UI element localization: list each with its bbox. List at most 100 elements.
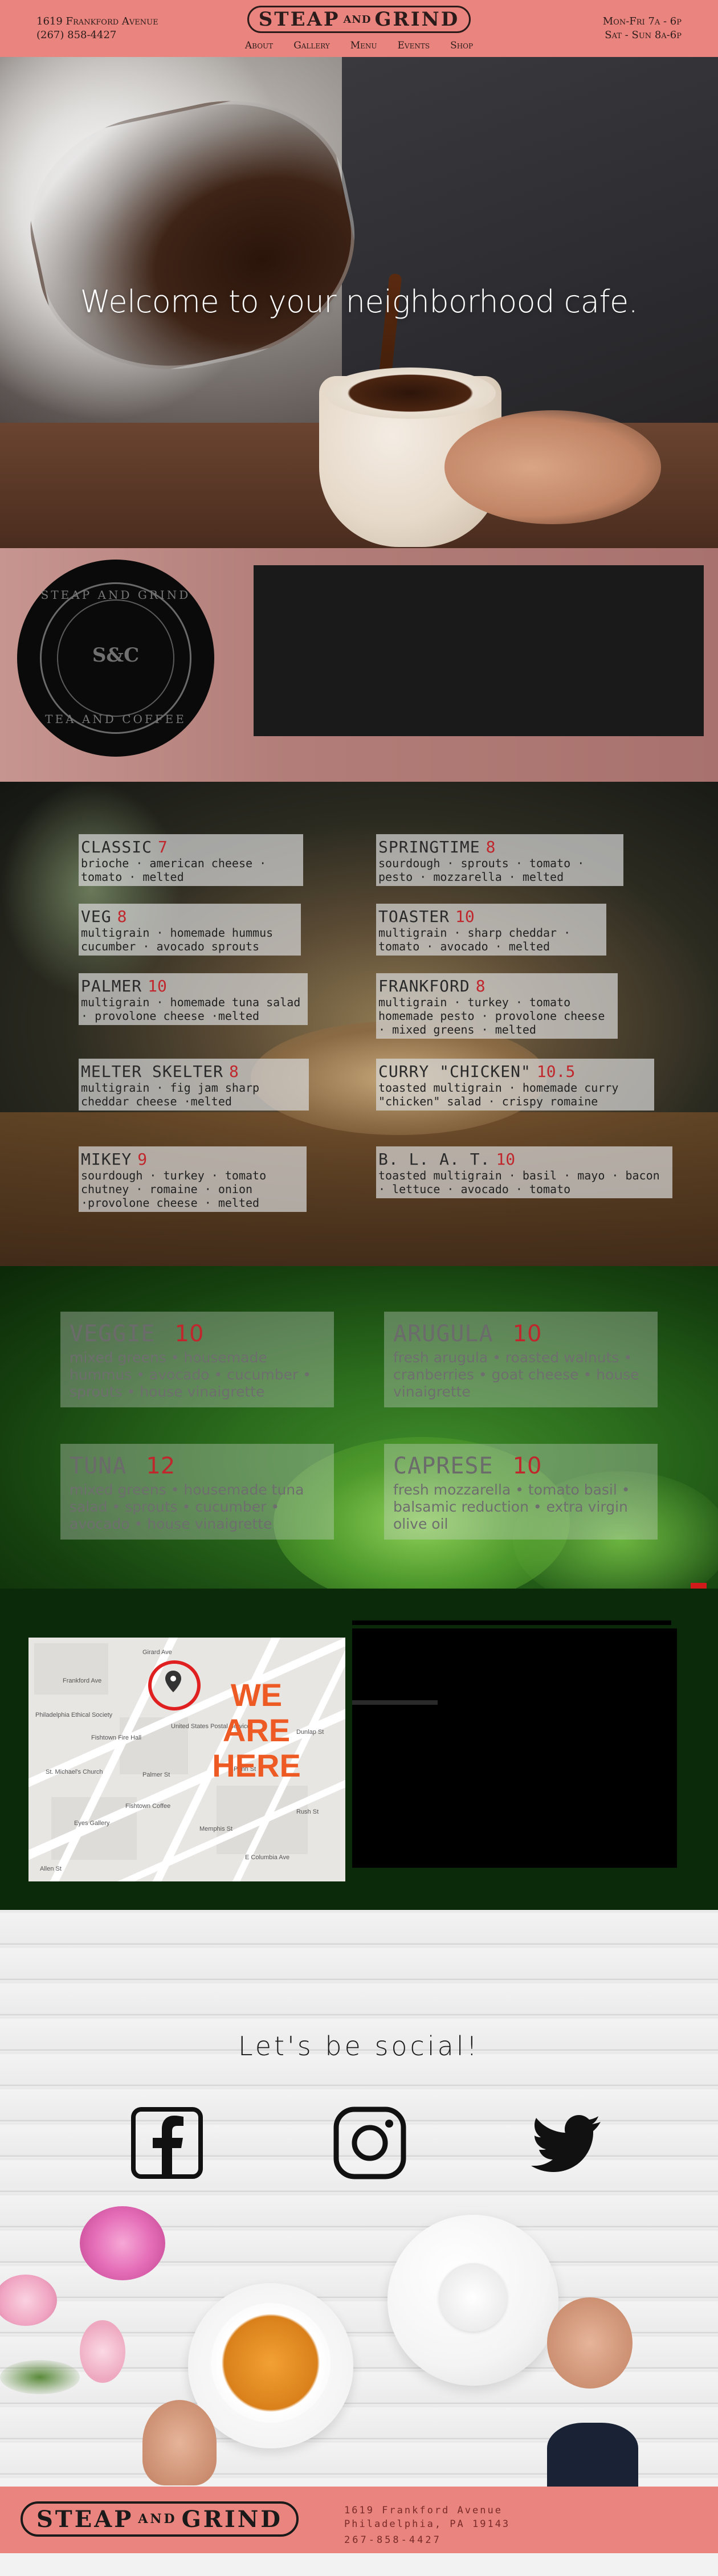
about-text-panel bbox=[254, 565, 704, 736]
twitter-icon[interactable] bbox=[530, 2106, 604, 2180]
map-label: Fishtown Coffee bbox=[125, 1803, 171, 1810]
salad-item-price: 10 bbox=[174, 1321, 204, 1347]
logo-word-steap: STEAP bbox=[258, 8, 340, 31]
menu-item[interactable]: TOASTER 10 multigrain · sharp cheddar · t… bbox=[376, 904, 606, 956]
salad-item[interactable]: CAPRESE 10 fresh mozzarella • tomato basi… bbox=[384, 1444, 658, 1540]
salad-item-desc: mixed greens • housemade hummus • avocad… bbox=[70, 1349, 311, 1400]
location-bar-top bbox=[352, 1620, 671, 1625]
menu-item[interactable]: VEG 8 multigrain · homemade hummus cucumb… bbox=[79, 904, 301, 956]
salad-item-name: CAPRESE bbox=[393, 1453, 493, 1479]
menu-item[interactable]: B. L. A. T. 10 toasted multigrain · basil… bbox=[376, 1146, 672, 1198]
menu-item-desc: sourdough · sprouts · tomato · pesto · m… bbox=[378, 856, 585, 884]
rose-bud bbox=[80, 2320, 125, 2383]
location-map[interactable]: Girard Ave Frankford Ave United States P… bbox=[28, 1638, 345, 1881]
menu-item-price: 7 bbox=[158, 838, 168, 856]
menu-item[interactable]: CURRY "CHICKEN" 10.5 toasted multigrain ·… bbox=[376, 1059, 654, 1111]
header-logo[interactable]: STEAP AND GRIND bbox=[234, 3, 484, 35]
logo-word-grind: GRIND bbox=[374, 8, 460, 31]
menu-item[interactable]: MIKEY 9 sourdough · turkey · tomato chutn… bbox=[79, 1146, 307, 1212]
menu-item-price: 8 bbox=[486, 838, 496, 856]
hand-left bbox=[142, 2400, 217, 2485]
map-label: Memphis St bbox=[199, 1826, 233, 1832]
salad-item[interactable]: ARUGULA 10 fresh arugula • roasted walnut… bbox=[384, 1312, 658, 1407]
footer-logo-word-and: AND bbox=[138, 2512, 177, 2526]
header-phone[interactable]: (267) 858-4427 bbox=[36, 28, 158, 42]
callout-line-2: ARE bbox=[222, 1712, 291, 1748]
instagram-icon[interactable] bbox=[333, 2106, 407, 2180]
hero-hand bbox=[444, 410, 661, 524]
menu-item-desc: toasted multigrain · basil · mayo · baco… bbox=[378, 1169, 660, 1196]
seal-top-text: STEAP AND GRIND bbox=[40, 588, 191, 602]
menu-item[interactable]: CLASSIC 7 brioche · american cheese · tom… bbox=[79, 834, 303, 886]
salad-item-desc: fresh arugula • roasted walnuts • cranbe… bbox=[393, 1349, 639, 1400]
menu-item-price: 8 bbox=[117, 907, 127, 926]
hero-section: Welcome to your neighborhood cafe. bbox=[0, 57, 718, 548]
about-section: STEAP AND GRIND S&C TEA AND COFFEE bbox=[0, 548, 718, 782]
nav-gallery[interactable]: Gallery bbox=[293, 40, 330, 51]
logo-frame: STEAP AND GRIND bbox=[247, 6, 471, 33]
location-section: Girard Ave Frankford Ave United States P… bbox=[0, 1589, 718, 1910]
site-header: 1619 Frankford Avenue (267) 858-4427 STE… bbox=[0, 0, 718, 57]
map-label: Fishtown Fire Hall bbox=[91, 1734, 142, 1741]
salad-item[interactable]: TUNA 12 mixed greens • housemade tuna sal… bbox=[60, 1444, 334, 1540]
header-contact: 1619 Frankford Avenue (267) 858-4427 bbox=[36, 15, 158, 42]
location-bar-accent bbox=[352, 1700, 438, 1705]
hero-mug-rim bbox=[325, 368, 496, 419]
footer-logo-frame: STEAP AND GRIND bbox=[21, 2501, 299, 2537]
location-info-panel bbox=[352, 1628, 677, 1868]
footer-logo-word-steap: STEAP bbox=[36, 2505, 134, 2533]
facebook-icon[interactable] bbox=[130, 2106, 204, 2180]
footer-phone[interactable]: 267-858-4427 bbox=[344, 2534, 442, 2546]
rose-flower bbox=[0, 2275, 57, 2326]
menu-item-desc: multigrain · homemade hummus cucumber · … bbox=[81, 926, 274, 953]
menu-item-price: 10 bbox=[496, 1150, 516, 1169]
salad-item-name: TUNA bbox=[70, 1453, 127, 1479]
map-label: Rush St bbox=[296, 1808, 319, 1815]
menu-item-name: VEG bbox=[81, 907, 112, 926]
hours-weekday: Mon-Fri 7a - 6p bbox=[602, 15, 682, 27]
footer-address-line-2: Philadelphia, PA 19143 bbox=[344, 2518, 511, 2530]
menu-item-name: TOASTER bbox=[378, 907, 450, 926]
salad-item[interactable]: VEGGIE 10 mixed greens • housemade hummus… bbox=[60, 1312, 334, 1407]
sandwich-bg-bokeh bbox=[0, 782, 182, 998]
menu-item-name: CURRY "CHICKEN" bbox=[378, 1062, 531, 1081]
teapot-lid bbox=[439, 2263, 507, 2332]
callout-line-1: WE bbox=[230, 1677, 283, 1713]
footer-address-line-1: 1619 Frankford Avenue bbox=[344, 2505, 503, 2516]
salad-item-desc: fresh mozzarella • tomato basil • balsam… bbox=[393, 1481, 630, 1532]
menu-item-price: 8 bbox=[229, 1062, 239, 1081]
map-label: Eyes Gallery bbox=[74, 1820, 110, 1827]
main-nav: About Gallery Menu Events Shop bbox=[245, 40, 473, 51]
flower-leaves bbox=[0, 2360, 80, 2394]
map-label: Frankford Ave bbox=[63, 1677, 102, 1684]
header-address: 1619 Frankford Avenue bbox=[36, 15, 158, 27]
salad-item-name: VEGGIE bbox=[70, 1321, 156, 1347]
menu-item-price: 10 bbox=[455, 907, 475, 926]
salad-menu-section: VEGGIE 10 mixed greens • housemade hummus… bbox=[0, 1266, 718, 1589]
salad-item-price: 10 bbox=[512, 1453, 542, 1479]
menu-item-desc: multigrain · turkey · tomato homemade pe… bbox=[378, 995, 605, 1036]
menu-item[interactable]: FRANKFORD 8 multigrain · turkey · tomato … bbox=[376, 973, 618, 1039]
menu-item[interactable]: MELTER SKELTER 8 multigrain · fig jam sha… bbox=[79, 1059, 309, 1111]
nav-menu[interactable]: Menu bbox=[350, 40, 377, 51]
footer-logo[interactable]: STEAP AND GRIND bbox=[6, 2499, 313, 2539]
salad-item-price: 10 bbox=[512, 1321, 542, 1347]
map-we-are-here-callout: WE ARE HERE bbox=[194, 1677, 319, 1783]
menu-item-name: PALMER bbox=[81, 977, 142, 995]
menu-item[interactable]: SPRINGTIME 8 sourdough · sprouts · tomato… bbox=[376, 834, 623, 886]
map-label: Girard Ave bbox=[142, 1649, 172, 1656]
footer-address: 1619 Frankford Avenue Philadelphia, PA 1… bbox=[344, 2504, 510, 2531]
about-text-obscured bbox=[271, 579, 687, 602]
map-label: St. Michael's Church bbox=[46, 1769, 103, 1775]
menu-item-desc: multigrain · fig jam sharp cheddar chees… bbox=[81, 1081, 260, 1108]
nav-about[interactable]: About bbox=[245, 40, 273, 51]
nav-shop[interactable]: Shop bbox=[450, 40, 473, 51]
map-label: Philadelphia Ethical Society bbox=[35, 1712, 113, 1718]
hand-right bbox=[547, 2297, 633, 2389]
menu-item-name: B. L. A. T. bbox=[378, 1150, 491, 1169]
menu-item-name: FRANKFORD bbox=[378, 977, 470, 995]
map-pin-icon[interactable] bbox=[165, 1671, 181, 1692]
header-hours: Mon-Fri 7a - 6p Sat - Sun 8a-6p bbox=[603, 15, 682, 42]
nav-events[interactable]: Events bbox=[398, 40, 430, 51]
menu-item[interactable]: PALMER 10 multigrain · homemade tuna sala… bbox=[79, 973, 308, 1025]
